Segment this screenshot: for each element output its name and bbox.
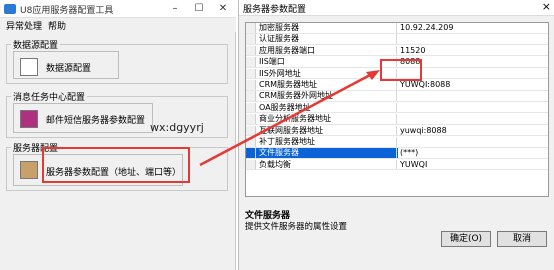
annotation-arrow [199,70,380,167]
